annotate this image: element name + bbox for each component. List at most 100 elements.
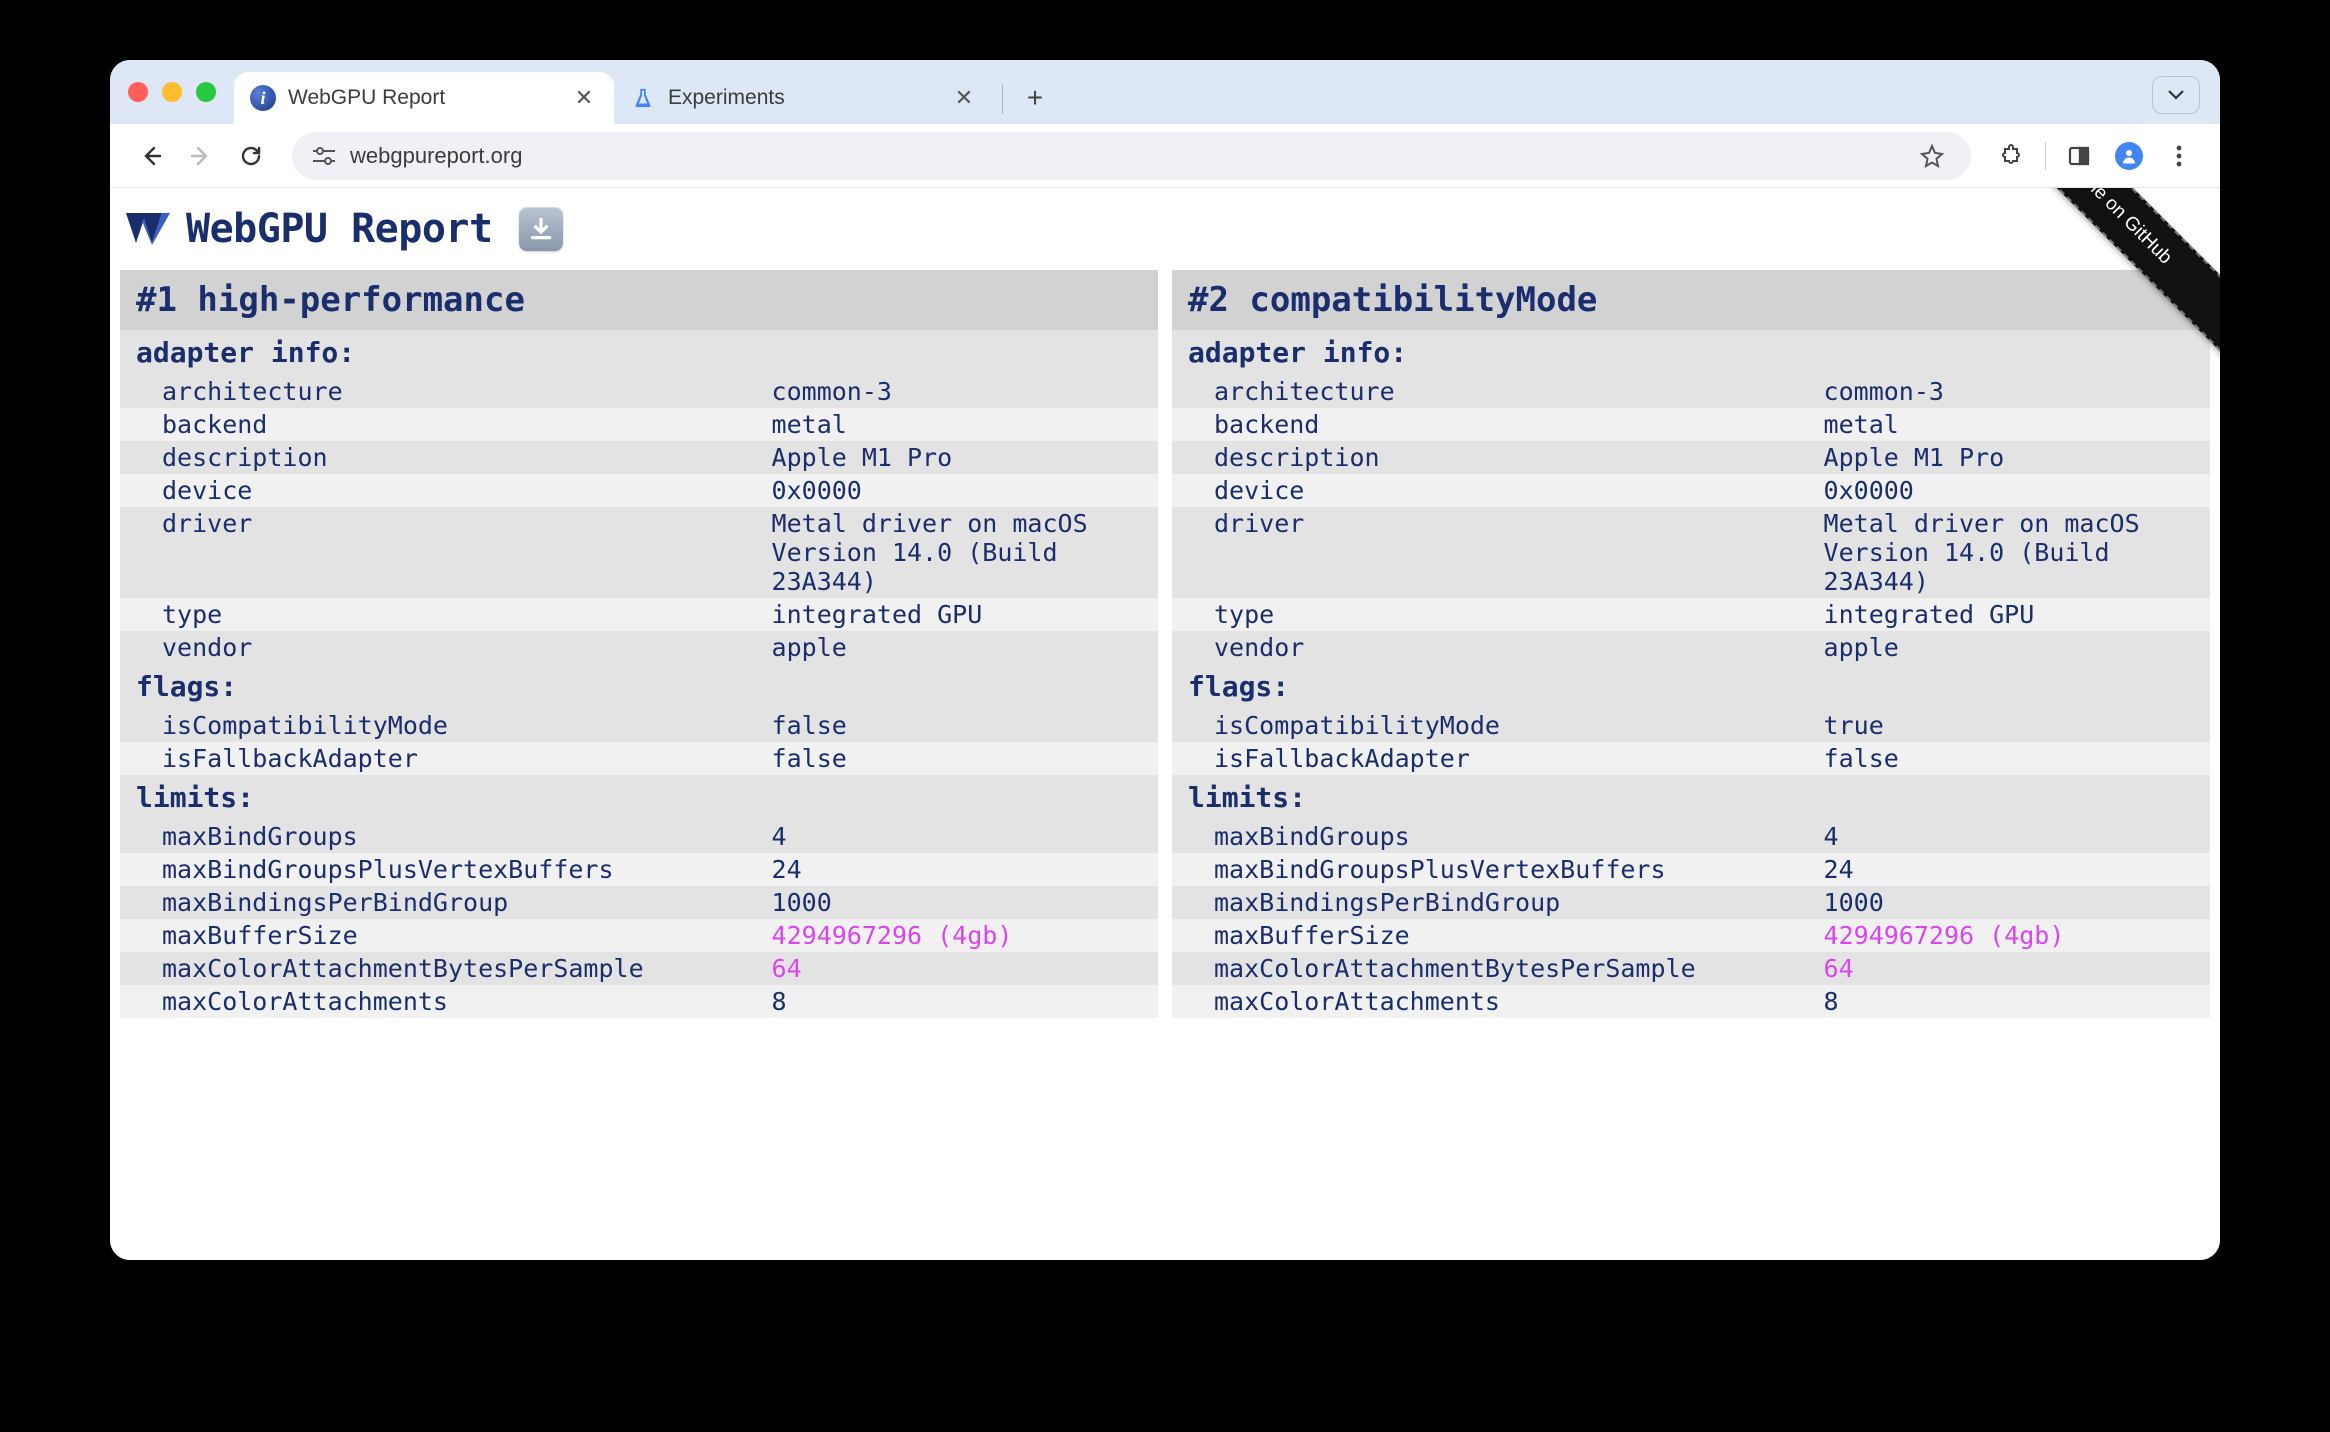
data-table: architecturecommon-3backendmetaldescript… [1172,375,2210,664]
table-key: description [120,441,764,474]
table-key: isCompatibilityMode [1172,709,1816,742]
table-row: maxBindGroupsPlusVertexBuffers24 [120,853,1158,886]
table-row: typeintegrated GPU [1172,598,2210,631]
table-row: maxBindGroups4 [120,820,1158,853]
avatar-icon [2115,142,2143,170]
close-tab-icon[interactable]: ✕ [572,86,596,110]
table-key: maxBufferSize [120,919,764,952]
table-value: Apple M1 Pro [764,441,1158,474]
data-table: isCompatibilityModefalseisFallbackAdapte… [120,709,1158,775]
tab-strip: i WebGPU Report ✕ Experiments ✕ + [110,60,2220,124]
table-key: maxBindGroupsPlusVertexBuffers [1172,853,1816,886]
table-row: descriptionApple M1 Pro [120,441,1158,474]
minimize-window-button[interactable] [162,82,182,102]
table-key: vendor [1172,631,1816,664]
table-row: isCompatibilityModetrue [1172,709,2210,742]
table-key: backend [1172,408,1816,441]
table-key: backend [120,408,764,441]
table-key: description [1172,441,1816,474]
table-row: maxBufferSize4294967296 (4gb) [1172,919,2210,952]
extensions-button[interactable] [1991,135,2033,177]
download-button[interactable] [519,207,563,251]
table-value: Apple M1 Pro [1816,441,2210,474]
tab-webgpu-report[interactable]: i WebGPU Report ✕ [234,72,614,124]
section-header: limits: [120,775,1158,820]
tab-experiments[interactable]: Experiments ✕ [614,72,994,124]
profile-button[interactable] [2108,135,2150,177]
section-header: flags: [120,664,1158,709]
table-key: device [120,474,764,507]
table-value: 24 [1816,853,2210,886]
table-key: type [120,598,764,631]
address-bar[interactable]: webgpureport.org [292,132,1971,180]
data-table: isCompatibilityModetrueisFallbackAdapter… [1172,709,2210,775]
table-value: 64 [764,952,1158,985]
close-tab-icon[interactable]: ✕ [952,86,976,110]
tab-title: WebGPU Report [288,86,560,110]
info-icon: i [250,85,276,111]
table-value: false [764,709,1158,742]
section-header: adapter info: [1172,330,2210,375]
adapter-column: #1 high-performanceadapter info:architec… [120,270,1158,1018]
table-key: architecture [1172,375,1816,408]
table-row: typeintegrated GPU [120,598,1158,631]
reload-button[interactable] [230,135,272,177]
page-content: Fix me on GitHub WebGPU Report #1 high-p… [110,188,2220,1260]
adapter-title: #2 compatibilityMode [1172,270,2210,330]
table-key: maxBindGroups [1172,820,1816,853]
table-value: 4 [1816,820,2210,853]
adapter-columns: #1 high-performanceadapter info:architec… [110,270,2220,1018]
table-value: 4 [764,820,1158,853]
data-table: maxBindGroups4maxBindGroupsPlusVertexBuf… [120,820,1158,1018]
table-value: common-3 [1816,375,2210,408]
forward-button[interactable] [180,135,222,177]
table-value: 24 [764,853,1158,886]
maximize-window-button[interactable] [196,82,216,102]
table-value: 0x0000 [764,474,1158,507]
adapter-column: #2 compatibilityModeadapter info:archite… [1172,270,2210,1018]
table-row: maxColorAttachmentBytesPerSample64 [1172,952,2210,985]
table-value: false [764,742,1158,775]
table-value: 1000 [764,886,1158,919]
toolbar-separator [2045,142,2046,170]
table-key: driver [120,507,764,598]
table-key: type [1172,598,1816,631]
table-row: maxColorAttachmentBytesPerSample64 [120,952,1158,985]
table-key: maxBindingsPerBindGroup [120,886,764,919]
site-settings-icon[interactable] [310,144,338,168]
table-row: isCompatibilityModefalse [120,709,1158,742]
table-row: backendmetal [120,408,1158,441]
new-tab-button[interactable]: + [1015,78,1055,118]
table-row: vendorapple [1172,631,2210,664]
table-value: false [1816,742,2210,775]
tab-separator [1002,84,1003,114]
table-key: vendor [120,631,764,664]
table-value: Metal driver on macOS Version 14.0 (Buil… [764,507,1158,598]
side-panel-button[interactable] [2058,135,2100,177]
table-value: common-3 [764,375,1158,408]
table-row: device0x0000 [120,474,1158,507]
tab-title: Experiments [668,86,940,110]
back-button[interactable] [130,135,172,177]
tab-search-button[interactable] [2152,76,2200,114]
table-row: vendorapple [120,631,1158,664]
table-value: true [1816,709,2210,742]
table-value: 64 [1816,952,2210,985]
webgpu-logo-icon [124,211,172,247]
table-row: maxColorAttachments8 [120,985,1158,1018]
table-value: 0x0000 [1816,474,2210,507]
menu-button[interactable] [2158,135,2200,177]
window-controls [128,82,216,102]
table-key: maxColorAttachmentBytesPerSample [120,952,764,985]
adapter-title: #1 high-performance [120,270,1158,330]
table-row: maxBindGroups4 [1172,820,2210,853]
table-row: maxColorAttachments8 [1172,985,2210,1018]
table-row: isFallbackAdapterfalse [120,742,1158,775]
table-row: maxBindingsPerBindGroup1000 [1172,886,2210,919]
table-row: maxBufferSize4294967296 (4gb) [120,919,1158,952]
close-window-button[interactable] [128,82,148,102]
table-key: architecture [120,375,764,408]
bookmark-star-icon[interactable] [1911,135,1953,177]
table-value: 8 [764,985,1158,1018]
table-row: architecturecommon-3 [120,375,1158,408]
